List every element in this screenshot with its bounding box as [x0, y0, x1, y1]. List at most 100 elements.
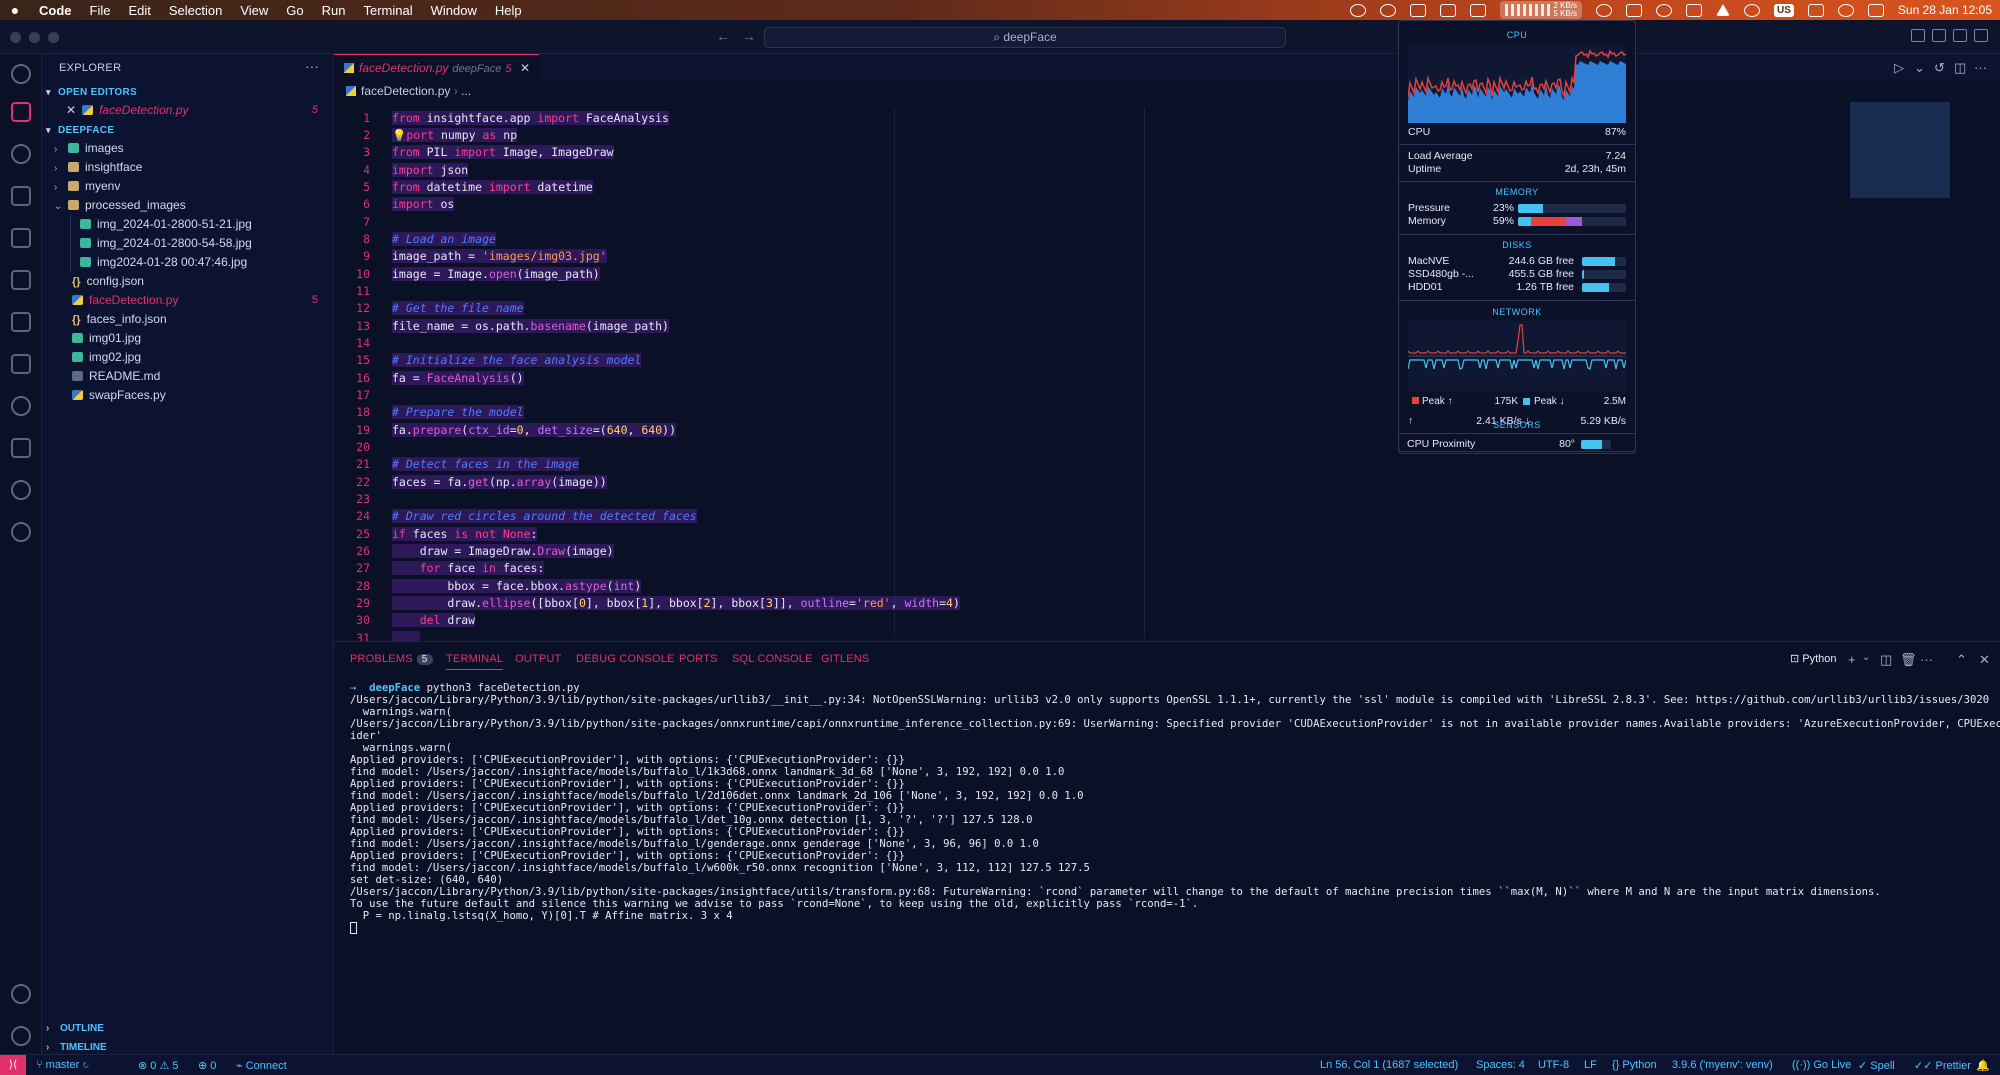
vlc-icon[interactable] — [1716, 4, 1731, 16]
close-icon[interactable]: ✕ — [66, 103, 76, 117]
toggle-sidebar-icon[interactable] — [1911, 29, 1925, 42]
toggle-panel-icon[interactable] — [1932, 29, 1946, 42]
database-icon[interactable] — [11, 438, 31, 458]
tree-folder-insightface[interactable]: › insightface — [42, 158, 332, 177]
menu-help[interactable]: Help — [486, 3, 531, 18]
tree-file[interactable]: README.md — [42, 367, 332, 386]
volume-icon[interactable] — [1686, 3, 1703, 17]
open-editors-header[interactable]: ▾ OPEN EDITORS — [46, 87, 137, 98]
bluetooth-icon[interactable] — [1807, 3, 1824, 17]
menu-go[interactable]: Go — [277, 3, 312, 18]
ports-icon[interactable] — [11, 354, 31, 374]
toggle-secondary-sidebar-icon[interactable] — [1953, 29, 1967, 42]
tree-file[interactable]: img_2024-01-2800-54-58.jpg — [42, 234, 332, 253]
tree-file[interactable]: img2024-01-28 00:47:46.jpg — [42, 253, 332, 272]
tree-file[interactable]: {} faces_info.json — [42, 310, 332, 329]
encoding[interactable]: UTF-8 — [1538, 1059, 1569, 1071]
terminal-cursor[interactable] — [350, 922, 357, 934]
tab-problems[interactable]: PROBLEMS 5 — [350, 653, 433, 665]
manage-gear-icon[interactable] — [11, 1026, 31, 1046]
search-icon[interactable] — [11, 64, 31, 84]
tab-debug-console[interactable]: DEBUG CONSOLE — [576, 653, 675, 665]
menu-run[interactable]: Run — [313, 3, 355, 18]
run-python-icon[interactable]: ▷ — [1894, 60, 1904, 76]
menu-window[interactable]: Window — [422, 3, 486, 18]
menu-selection[interactable]: Selection — [160, 3, 231, 18]
lens-icon[interactable] — [1596, 3, 1613, 17]
run-dropdown-chevron-icon[interactable]: ⌄ — [1914, 60, 1925, 76]
creative-cloud-icon[interactable] — [1350, 3, 1367, 17]
menu-file[interactable]: File — [81, 3, 120, 18]
maximize-panel-chevron-icon[interactable]: ⌃ — [1956, 652, 1967, 668]
glasses-icon[interactable] — [1626, 3, 1643, 17]
remote-explorer-icon[interactable] — [11, 228, 31, 248]
tab-ports[interactable]: PORTS — [679, 653, 718, 665]
outline-header[interactable]: › OUTLINE — [46, 1023, 104, 1034]
explorer-icon[interactable] — [11, 102, 31, 122]
play-icon[interactable] — [1744, 3, 1761, 17]
breadcrumb-symbol[interactable]: ... — [461, 84, 471, 98]
run-debug-icon[interactable] — [11, 186, 31, 206]
tree-folder-myenv[interactable]: › myenv — [42, 177, 332, 196]
more-actions-icon[interactable]: ··· — [305, 58, 319, 74]
menu-edit[interactable]: Edit — [119, 3, 159, 18]
indentation[interactable]: Spaces: 4 — [1476, 1059, 1525, 1071]
terminal-dropdown-chevron-icon[interactable]: ⌄ — [1862, 652, 1870, 663]
screen-record-icon[interactable] — [1470, 3, 1487, 17]
tab-output[interactable]: OUTPUT — [515, 653, 561, 665]
open-editor-item[interactable]: ✕ faceDetection.py 5 — [42, 101, 332, 120]
tree-file[interactable]: {} config.json — [42, 272, 332, 291]
more-actions-icon[interactable]: ··· — [1974, 60, 1987, 75]
app-c-icon[interactable] — [1410, 3, 1427, 17]
clock[interactable]: Sun 28 Jan 12:05 — [1898, 3, 1992, 17]
live-share-icon[interactable] — [11, 522, 31, 542]
back-arrow-icon[interactable]: ← — [716, 28, 730, 44]
chatgpt-icon[interactable] — [1656, 3, 1673, 17]
menu-terminal[interactable]: Terminal — [355, 3, 422, 18]
stats-menubar-widget[interactable]: 2 KB/s 5 KB/s — [1500, 1, 1583, 19]
close-panel-icon[interactable]: ✕ — [1979, 652, 1990, 668]
breadcrumb-file[interactable]: faceDetection.py — [361, 84, 450, 98]
tree-file[interactable]: img01.jpg — [42, 329, 332, 348]
notifications-bell-icon[interactable]: 🔔 — [1976, 1059, 1990, 1072]
editor-tab-facedetection[interactable]: faceDetection.py deepFace 5 ✕ — [334, 54, 539, 80]
workspace-folder-header[interactable]: ▾ DEEPFACE — [46, 125, 114, 136]
more-actions-icon[interactable]: ··· — [1920, 652, 1933, 667]
kill-terminal-trash-icon[interactable]: 🗑 — [1900, 652, 1917, 668]
tree-folder-processed-images[interactable]: ⌄ processed_images — [42, 196, 332, 215]
zoom-window-button[interactable] — [48, 32, 59, 43]
tree-folder-images[interactable]: › images — [42, 139, 332, 158]
remote-indicator-icon[interactable]: ⟩⟨ — [0, 1055, 26, 1075]
minimap[interactable] — [1850, 102, 1950, 198]
terminal-profile-selector[interactable]: ⊡ Python — [1790, 652, 1837, 665]
problems-indicator[interactable]: ⊗ 0 ⚠ 5 — [138, 1059, 179, 1072]
go-live-button[interactable]: ((·)) Go Live — [1792, 1059, 1851, 1071]
close-window-button[interactable] — [10, 32, 21, 43]
testing-flask-icon[interactable] — [11, 312, 31, 332]
extensions-icon[interactable] — [11, 270, 31, 290]
cursor-position[interactable]: Ln 56, Col 1 (1687 selected) — [1320, 1059, 1458, 1071]
tab-terminal[interactable]: TERMINAL — [446, 653, 504, 670]
connect-indicator[interactable]: ⌁ Connect — [236, 1059, 287, 1072]
tree-file[interactable]: swapFaces.py — [42, 386, 332, 405]
spotlight-search-icon[interactable] — [1837, 3, 1854, 17]
new-terminal-icon[interactable]: + — [1848, 652, 1856, 667]
tree-file[interactable]: img_2024-01-2800-51-21.jpg — [42, 215, 332, 234]
notion-icon[interactable] — [1440, 3, 1457, 17]
minimize-window-button[interactable] — [29, 32, 40, 43]
tab-sql-console[interactable]: SQL CONSOLE — [732, 653, 813, 665]
docker-icon[interactable] — [11, 396, 31, 416]
split-editor-icon[interactable]: ◫ — [1954, 60, 1966, 76]
tree-file-active[interactable]: faceDetection.py 5 — [42, 291, 332, 310]
prettier-button[interactable]: ✓✓ Prettier — [1914, 1059, 1971, 1072]
tree-file[interactable]: img02.jpg — [42, 348, 332, 367]
source-control-icon[interactable] — [11, 144, 31, 164]
app-menu[interactable]: Code — [30, 3, 81, 18]
spell-check-button[interactable]: ✓ Spell — [1858, 1059, 1895, 1072]
timeline-history-icon[interactable]: ↺ — [1934, 60, 1945, 76]
account-icon[interactable] — [11, 984, 31, 1004]
language-mode[interactable]: {} Python — [1612, 1059, 1657, 1071]
menu-view[interactable]: View — [231, 3, 277, 18]
forward-arrow-icon[interactable]: → — [742, 28, 756, 44]
branch-indicator[interactable]: ⑂ master ↻ — [36, 1059, 89, 1071]
